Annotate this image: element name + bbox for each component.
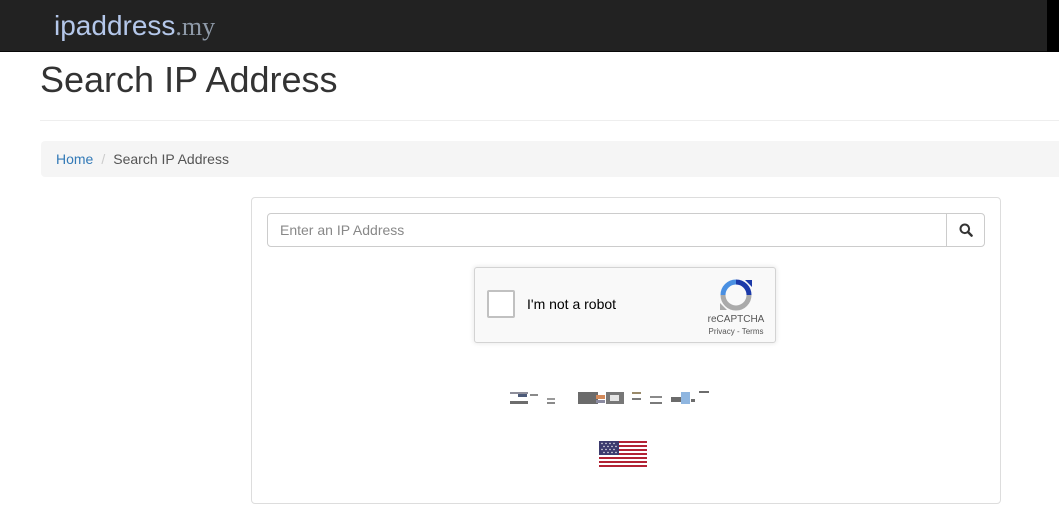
top-navbar: ipaddress.my [0,0,1059,52]
search-panel: I'm not a robot reCAPTCHA Privacy - Term… [251,197,1001,504]
search-group [267,213,985,247]
ip-search-input[interactable] [267,213,947,247]
recaptcha-brand: reCAPTCHA [707,314,765,325]
recaptcha-link-separator: - [734,327,742,336]
recaptcha-privacy-link[interactable]: Privacy [709,327,735,336]
recaptcha-widget: I'm not a robot reCAPTCHA Privacy - Term… [474,267,776,343]
recaptcha-logo-icon [720,279,752,311]
search-icon [959,223,973,237]
breadcrumb-home-link[interactable]: Home [56,151,93,167]
brand-name: ipaddress [54,10,176,41]
brand-tld: .my [175,12,216,41]
breadcrumb: Home / Search IP Address [41,141,1059,177]
breadcrumb-current: Search IP Address [113,151,229,167]
brand-logo-link[interactable]: ipaddress.my [54,8,215,45]
search-button[interactable] [946,213,985,247]
us-flag-icon [599,441,647,467]
recaptcha-checkbox[interactable] [487,290,515,318]
breadcrumb-separator: / [101,151,106,167]
navbar-edge [1047,0,1059,52]
recaptcha-links: Privacy - Terms [701,327,771,336]
recaptcha-terms-link[interactable]: Terms [742,327,764,336]
page-title: Search IP Address [40,59,338,100]
ip-address-obscured [510,391,710,405]
recaptcha-label: I'm not a robot [527,296,617,312]
header-divider [40,120,1059,121]
